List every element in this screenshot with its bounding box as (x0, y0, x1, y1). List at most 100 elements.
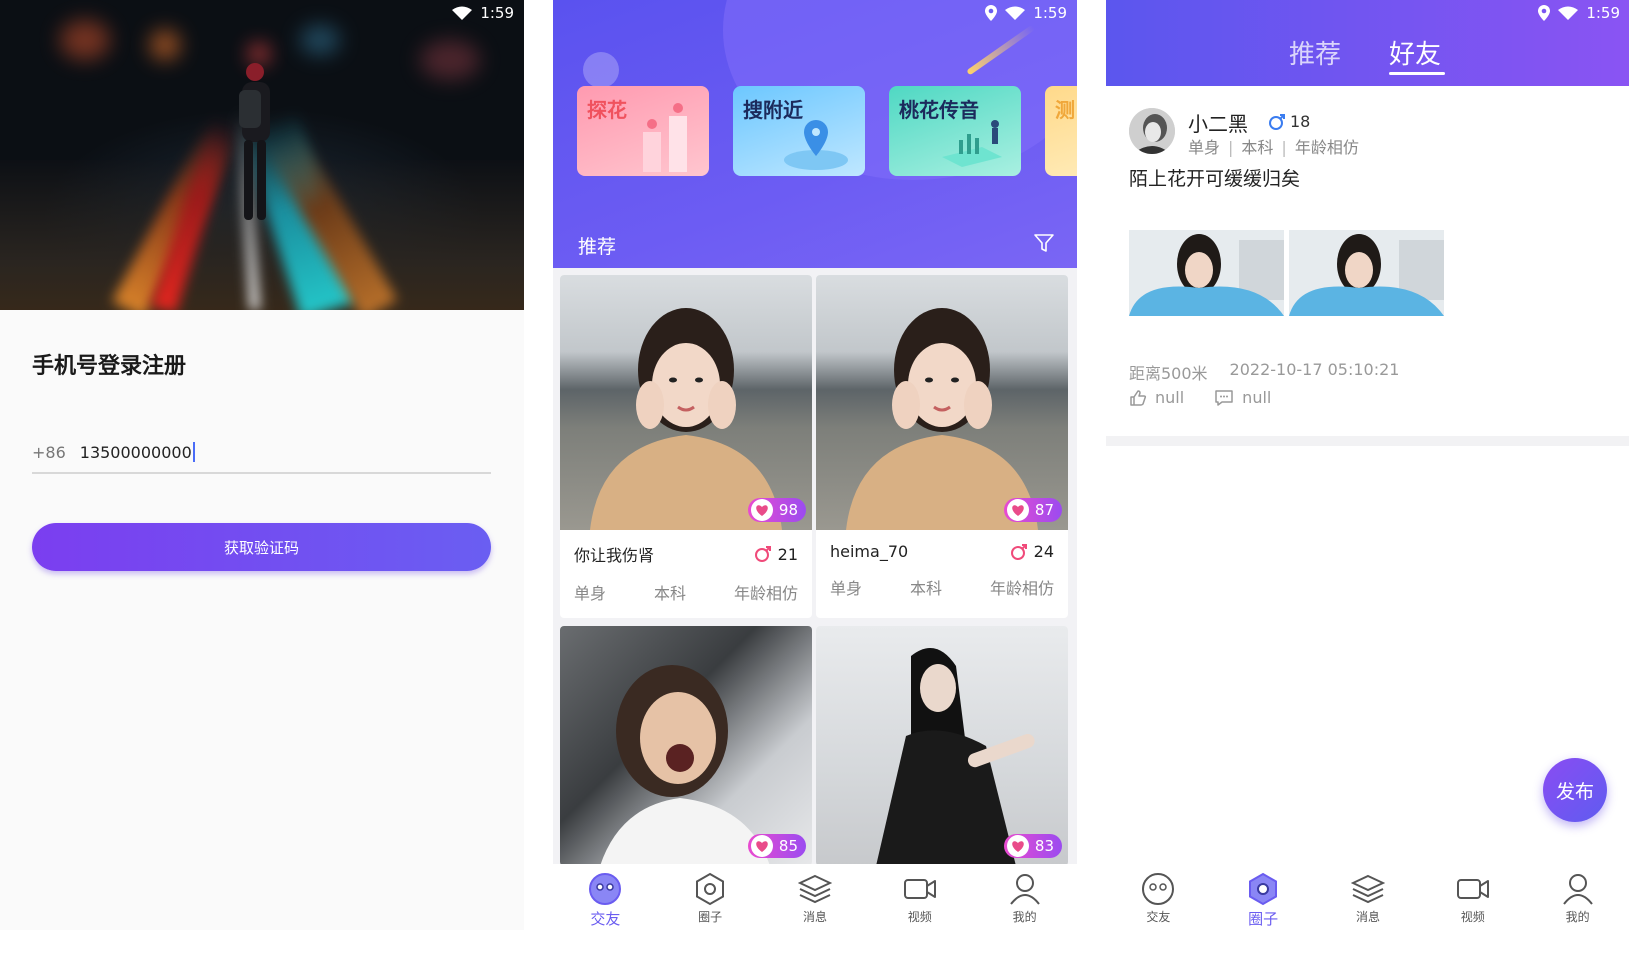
tag-age-match: 年龄相仿 (989, 579, 1054, 598)
like-count: null (1155, 388, 1185, 407)
towers-illustration (643, 103, 687, 172)
bottom-tabbar: 交友 圈子 消息 视频 我的 (553, 864, 1077, 930)
wifi-icon (1005, 6, 1026, 20)
user-nickname: 你让我伤肾 (574, 546, 655, 565)
match-score: 87 (1034, 501, 1054, 519)
heart-icon (1012, 840, 1024, 852)
video-icon (903, 879, 936, 899)
user-nickname: heima_70 (830, 542, 909, 561)
status-bar: 1:59 (1538, 0, 1620, 26)
login-screen: 1:59 手机号登录注册 +86 13500000000 获取验证码 (0, 0, 524, 930)
avatar[interactable] (1129, 108, 1175, 154)
tab-label: 消息 (802, 910, 827, 924)
feature-nearby[interactable]: 搜附近 (733, 86, 865, 176)
status-time: 1:59 (1586, 4, 1620, 22)
hexagon-icon (696, 872, 725, 906)
match-score-badge: 87 (1003, 498, 1062, 522)
user-card[interactable]: 85 (560, 626, 812, 866)
post-distance: 距离500米 (1129, 364, 1208, 383)
wifi-icon (452, 6, 473, 20)
post-text: 陌上花开可缓缓归矣 (1129, 168, 1301, 190)
feed-post[interactable]: 小二黑 18 单身 | 本科 | 年龄相仿 陌上花开可缓缓归矣 距离500米 2022-… (1106, 86, 1629, 436)
active-tab-underline (1389, 72, 1445, 75)
post-image[interactable] (1289, 230, 1444, 316)
heart-icon (756, 840, 768, 852)
tab-label: 我的 (1012, 910, 1037, 924)
match-score-badge: 85 (747, 834, 806, 858)
hexagon-icon (1249, 872, 1278, 906)
feature-row: 探花 搜附近 桃花传音 测 (577, 86, 1077, 176)
tab-messages[interactable]: 消息 (775, 872, 855, 925)
like-button[interactable]: null (1129, 388, 1184, 407)
post-author[interactable]: 小二黑 (1188, 108, 1248, 137)
author-tags: 单身 | 本科 | 年龄相仿 (1188, 138, 1359, 157)
thumbs-up-icon (1130, 389, 1147, 406)
user-photo: 98 (560, 275, 812, 530)
tab-profile[interactable]: 我的 (985, 872, 1065, 925)
face-icon (589, 873, 622, 905)
user-age: 24 (1033, 542, 1054, 561)
tab-label: 视频 (907, 910, 932, 924)
tab-label: 圈子 (1248, 910, 1279, 928)
user-age: 21 (777, 544, 798, 564)
tag-marital: 单身 (830, 579, 863, 598)
filter-icon[interactable] (1033, 232, 1055, 254)
user-card[interactable]: 83 (816, 626, 1068, 866)
status-bar: 1:59 (985, 0, 1067, 26)
tab-friends[interactable]: 交友 (565, 872, 645, 929)
tag-marital: 单身 (1188, 138, 1221, 157)
layers-icon (1350, 874, 1385, 904)
person-silhouette (239, 63, 270, 220)
female-icon (1010, 543, 1027, 560)
post-images (1129, 230, 1444, 316)
user-card[interactable]: 98 你让我伤肾 21 单身 本科 年龄相仿 (560, 275, 812, 618)
tab-video[interactable]: 视频 (1433, 872, 1513, 925)
post-image[interactable] (1129, 230, 1284, 316)
post-meta: 距离500米 2022-10-17 05:10:21 (1129, 360, 1399, 384)
status-time: 1:59 (480, 4, 514, 22)
tab-label: 交友 (590, 910, 621, 928)
get-code-button[interactable]: 获取验证码 (32, 523, 491, 571)
user-info: 你让我伤肾 21 单身 本科 年龄相仿 (560, 530, 812, 618)
tag-education: 本科 (909, 579, 942, 598)
feature-label: 探花 (587, 98, 627, 122)
tab-label: 视频 (1460, 910, 1485, 924)
hero-image (0, 0, 524, 310)
feature-test[interactable]: 测 (1045, 86, 1077, 176)
page-title: 手机号登录注册 (32, 354, 187, 379)
tab-profile[interactable]: 我的 (1538, 872, 1618, 925)
phone-number-value[interactable]: 13500000000 (80, 443, 192, 462)
video-icon (1456, 879, 1489, 899)
face-icon (1142, 873, 1175, 905)
post-time: 2022-10-17 05:10:21 (1229, 360, 1400, 379)
feature-voice[interactable]: 桃花传音 (889, 86, 1021, 176)
comment-icon (1215, 389, 1233, 406)
status-time: 1:59 (1033, 4, 1067, 22)
location-icon (1538, 5, 1551, 21)
tab-messages[interactable]: 消息 (1328, 872, 1408, 925)
country-code[interactable]: +86 (32, 443, 66, 462)
publish-button[interactable]: 发布 (1543, 758, 1607, 822)
bottom-tabbar: 交友 圈子 消息 视频 我的 (1106, 864, 1629, 930)
phone-input[interactable]: +86 13500000000 (32, 432, 491, 474)
tag-marital: 单身 (574, 584, 607, 603)
recommend-grid: 98 你让我伤肾 21 单身 本科 年龄相仿 87 heima_70 24 单身… (560, 275, 1070, 866)
feature-label: 测 (1055, 98, 1075, 122)
feature-tanhua[interactable]: 探花 (577, 86, 709, 176)
location-icon (985, 5, 998, 21)
tab-friends-feed[interactable]: 好友 (1389, 34, 1441, 71)
tab-circle[interactable]: 圈子 (670, 872, 750, 925)
user-card[interactable]: 87 heima_70 24 单身 本科 年龄相仿 (816, 275, 1068, 618)
tab-friends[interactable]: 交友 (1118, 872, 1198, 925)
tab-circle[interactable]: 圈子 (1223, 872, 1303, 929)
tab-video[interactable]: 视频 (880, 872, 960, 925)
home-screen: 1:59 探花 搜附近 桃花传音 测 推荐 98 你让我伤肾 21 单身 本科 … (553, 0, 1077, 930)
comment-button[interactable]: null (1214, 388, 1271, 407)
tab-recommend[interactable]: 推荐 (1289, 34, 1341, 71)
tag-education: 本科 (1241, 138, 1274, 157)
layers-icon (797, 874, 832, 904)
wifi-icon (1558, 6, 1579, 20)
match-score: 85 (778, 837, 798, 855)
map-pin-illustration (784, 120, 848, 170)
tab-label: 圈子 (698, 910, 723, 924)
